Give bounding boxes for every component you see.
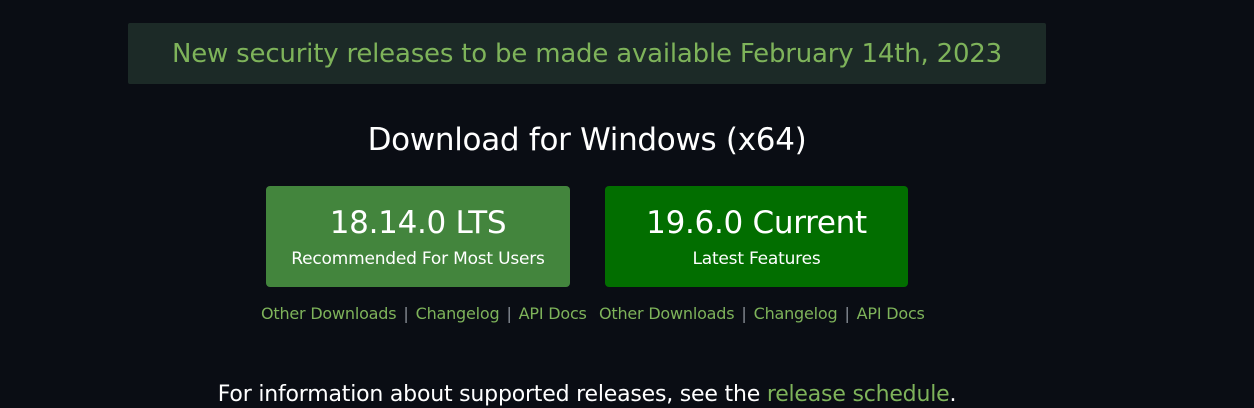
- lts-download-button[interactable]: 18.14.0 LTS Recommended For Most Users: [266, 186, 570, 287]
- lts-other-downloads-link[interactable]: Other Downloads: [261, 304, 397, 323]
- security-banner: New security releases to be made availab…: [128, 23, 1046, 84]
- current-api-docs-link[interactable]: API Docs: [857, 304, 925, 323]
- lts-api-docs-link[interactable]: API Docs: [519, 304, 587, 323]
- current-download-button[interactable]: 19.6.0 Current Latest Features: [605, 186, 908, 287]
- lts-subtitle-label: Recommended For Most Users: [291, 248, 545, 269]
- current-links: Other Downloads | Changelog | API Docs: [599, 302, 925, 324]
- current-version-label: 19.6.0 Current: [646, 204, 867, 241]
- release-schedule-link[interactable]: release schedule: [767, 382, 950, 407]
- current-changelog-link[interactable]: Changelog: [754, 304, 838, 323]
- current-subtitle-label: Latest Features: [692, 248, 821, 269]
- link-separator: |: [844, 303, 850, 323]
- lts-changelog-link[interactable]: Changelog: [416, 304, 500, 323]
- release-info-period: .: [949, 382, 957, 407]
- lts-version-label: 18.14.0 LTS: [329, 204, 507, 241]
- link-separator: |: [403, 303, 409, 323]
- page-title: Download for Windows (x64): [367, 122, 807, 158]
- link-separator: |: [741, 303, 747, 323]
- lts-links: Other Downloads | Changelog | API Docs: [261, 302, 587, 324]
- release-info-text: For information about supported releases…: [217, 382, 767, 407]
- security-banner-link[interactable]: New security releases to be made availab…: [172, 39, 1002, 69]
- link-separator: |: [506, 303, 512, 323]
- release-info: For information about supported releases…: [0, 382, 1174, 407]
- current-other-downloads-link[interactable]: Other Downloads: [599, 304, 735, 323]
